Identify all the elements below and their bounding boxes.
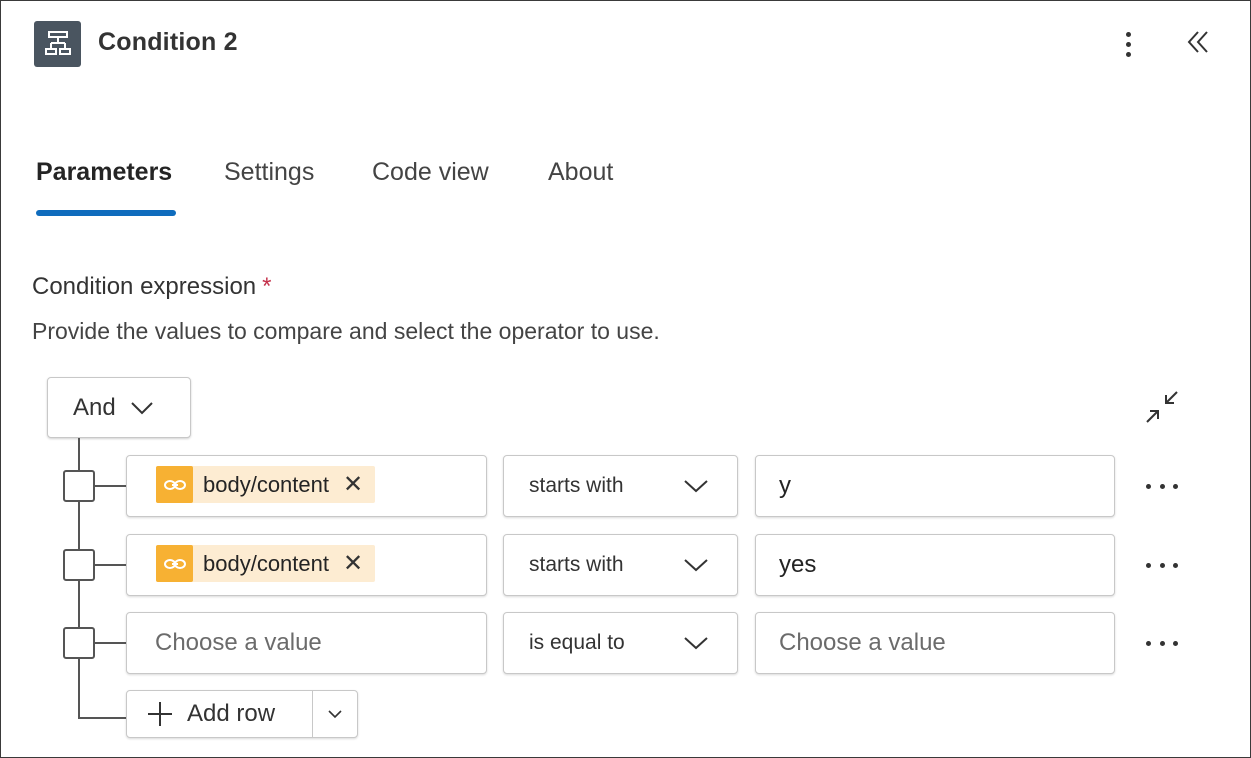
chevron-down-icon [130,401,153,414]
row-checkbox[interactable] [63,627,95,659]
operator-value: starts with [529,553,624,576]
tree-connector [94,485,126,487]
collapse-group-icon[interactable] [1143,389,1181,425]
more-options-button[interactable] [1114,26,1142,62]
chevron-down-icon [684,637,708,650]
operator-dropdown[interactable]: starts with [503,534,738,596]
right-operand-field[interactable]: yes [755,534,1115,596]
left-operand-field[interactable]: body/content ✕ [126,455,487,517]
remove-token-icon[interactable]: ✕ [343,472,363,497]
condition-icon [34,21,81,67]
panel-title: Condition 2 [98,28,238,56]
link-icon [156,545,193,582]
left-operand-field[interactable]: Choose a value [126,612,487,674]
row-checkbox[interactable] [63,470,95,502]
dynamic-content-token[interactable]: body/content ✕ [156,545,376,582]
right-operand-value: yes [779,551,817,578]
group-tree-line-end [78,717,126,719]
operator-value: starts with [529,474,624,497]
right-operand-field[interactable]: y [755,455,1115,517]
add-row-label: Add row [187,700,276,727]
token-label: body/content [203,550,329,576]
operator-dropdown[interactable]: starts with [503,455,738,517]
operator-dropdown[interactable]: is equal to [503,612,738,674]
right-operand-value: y [779,472,791,499]
group-operator-value: And [73,393,116,421]
condition-expression-label-text: Condition expression [32,273,257,300]
left-operand-placeholder: Choose a value [155,629,322,656]
left-operand-field[interactable]: body/content ✕ [126,534,487,596]
token-label: body/content [203,471,329,497]
remove-token-icon[interactable]: ✕ [343,551,363,576]
collapse-panel-icon[interactable] [1183,26,1215,60]
row-more-options-button[interactable] [1146,633,1178,653]
active-tab-indicator [36,210,176,216]
tab-about[interactable]: About [548,158,613,187]
link-icon [156,466,193,503]
right-operand-field[interactable]: Choose a value [755,612,1115,674]
add-row-menu-button[interactable] [312,691,357,737]
row-checkbox[interactable] [63,549,95,581]
chevron-down-icon [684,559,708,572]
tab-code-view[interactable]: Code view [372,158,489,187]
add-row-button[interactable]: Add row [127,691,312,737]
add-row-split-button: Add row [126,690,358,738]
row-more-options-button[interactable] [1146,476,1178,496]
tree-connector [94,564,126,566]
right-operand-placeholder: Choose a value [779,629,946,656]
tab-parameters[interactable]: Parameters [36,158,172,187]
row-more-options-button[interactable] [1146,555,1178,575]
tab-settings[interactable]: Settings [224,158,314,187]
chevron-down-icon [684,480,708,493]
plus-icon [148,702,172,726]
operator-value: is equal to [529,631,625,654]
condition-description: Provide the values to compare and select… [32,318,660,344]
chevron-down-icon [328,709,342,718]
tree-connector [94,642,126,644]
group-operator-dropdown[interactable]: And [47,377,191,438]
condition-expression-label: Condition expression * [32,273,271,301]
required-marker: * [262,273,272,300]
dynamic-content-token[interactable]: body/content ✕ [156,466,376,503]
